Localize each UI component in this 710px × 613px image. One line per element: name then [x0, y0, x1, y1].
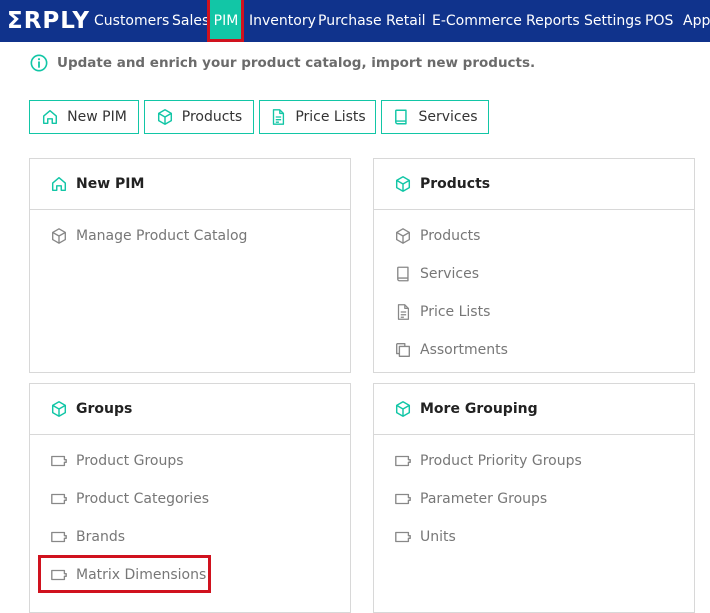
link-label: Price Lists — [420, 304, 491, 320]
cube-icon — [395, 176, 411, 192]
link-manage-product-catalog[interactable]: Manage Product Catalog — [50, 225, 247, 247]
home-icon — [43, 109, 58, 125]
tag-icon — [51, 569, 67, 581]
cube-icon — [52, 228, 66, 244]
nav-settings[interactable]: Settings — [584, 0, 641, 42]
info-icon — [30, 54, 48, 72]
tab-new-pim-label: New PIM — [67, 109, 127, 125]
tag-icon — [395, 455, 411, 467]
card-more-grouping-title: More Grouping — [420, 401, 538, 417]
nav-reports[interactable]: Reports — [526, 0, 580, 42]
home-icon — [51, 176, 67, 192]
card-groups-header: Groups — [30, 384, 350, 435]
link-label: Product Priority Groups — [420, 453, 582, 469]
link-assortments[interactable]: Assortments — [394, 339, 508, 361]
nav-sales[interactable]: Sales — [172, 0, 209, 42]
book-icon — [395, 109, 408, 125]
cube-icon — [51, 401, 67, 417]
tag-icon — [395, 493, 411, 505]
nav-pos[interactable]: POS — [645, 0, 673, 42]
nav-customers[interactable]: Customers — [94, 0, 169, 42]
card-products-header: Products — [374, 159, 694, 210]
link-label: Assortments — [420, 342, 508, 358]
info-line: Update and enrich your product catalog, … — [30, 53, 535, 73]
cube-icon — [395, 401, 411, 417]
link-product-priority-groups[interactable]: Product Priority Groups — [394, 450, 582, 472]
link-label: Parameter Groups — [420, 491, 548, 507]
nav-purchase[interactable]: Purchase — [318, 0, 382, 42]
card-products: Products Products Services Price Lists A… — [373, 158, 695, 373]
card-new-pim: New PIM Manage Product Catalog — [29, 158, 351, 373]
copy-icon — [396, 343, 410, 357]
tag-icon — [51, 455, 67, 467]
link-label: Products — [420, 228, 481, 244]
tab-products[interactable]: Products — [144, 100, 254, 134]
tag-icon — [395, 531, 411, 543]
erply-logo[interactable]: ΣRPLY — [7, 7, 90, 35]
link-matrix-dimensions[interactable]: Matrix Dimensions — [50, 564, 206, 586]
card-more-grouping-header: More Grouping — [374, 384, 694, 435]
cube-icon — [396, 228, 410, 244]
book-icon — [397, 266, 409, 282]
card-new-pim-title: New PIM — [76, 176, 145, 192]
link-product-groups[interactable]: Product Groups — [50, 450, 184, 472]
link-units[interactable]: Units — [394, 526, 456, 548]
tab-services-label: Services — [418, 109, 478, 125]
tab-products-label: Products — [181, 109, 243, 125]
info-text: Update and enrich your product catalog, … — [57, 55, 536, 71]
card-new-pim-header: New PIM — [30, 159, 350, 210]
nav-pim[interactable]: PIM — [210, 0, 242, 42]
link-label: Matrix Dimensions — [76, 567, 207, 583]
tab-price-lists[interactable]: Price Lists — [259, 100, 376, 134]
card-groups: Groups Product Groups Product Categories… — [29, 383, 351, 613]
card-groups-title: Groups — [76, 401, 133, 417]
card-more-grouping: More Grouping Product Priority Groups Pa… — [373, 383, 695, 613]
tab-services[interactable]: Services — [381, 100, 489, 134]
nav-retail[interactable]: Retail — [386, 0, 426, 42]
link-label: Units — [420, 529, 456, 545]
link-price-lists[interactable]: Price Lists — [394, 301, 490, 323]
document-icon — [273, 109, 285, 125]
tag-icon — [51, 493, 67, 505]
tab-price-lists-label: Price Lists — [295, 109, 366, 125]
cube-icon — [157, 109, 172, 125]
card-products-title: Products — [420, 176, 491, 192]
nav-apps[interactable]: Apps — [683, 0, 710, 42]
link-products[interactable]: Products — [394, 225, 480, 247]
link-product-categories[interactable]: Product Categories — [50, 488, 209, 510]
tab-new-pim[interactable]: New PIM — [29, 100, 139, 134]
link-brands[interactable]: Brands — [50, 526, 125, 548]
link-label: Services — [420, 266, 480, 282]
link-label: Manage Product Catalog — [76, 228, 248, 244]
link-label: Brands — [76, 529, 125, 545]
link-parameter-groups[interactable]: Parameter Groups — [394, 488, 547, 510]
link-label: Product Groups — [76, 453, 184, 469]
nav-e-commerce[interactable]: E-Commerce — [432, 0, 522, 42]
document-icon — [397, 304, 410, 320]
link-services[interactable]: Services — [394, 263, 479, 285]
tag-icon — [51, 531, 67, 543]
nav-inventory[interactable]: Inventory — [249, 0, 316, 42]
link-label: Product Categories — [76, 491, 210, 507]
top-nav-bar: ΣRPLY Customers Sales PIM Inventory Purc… — [0, 0, 710, 42]
